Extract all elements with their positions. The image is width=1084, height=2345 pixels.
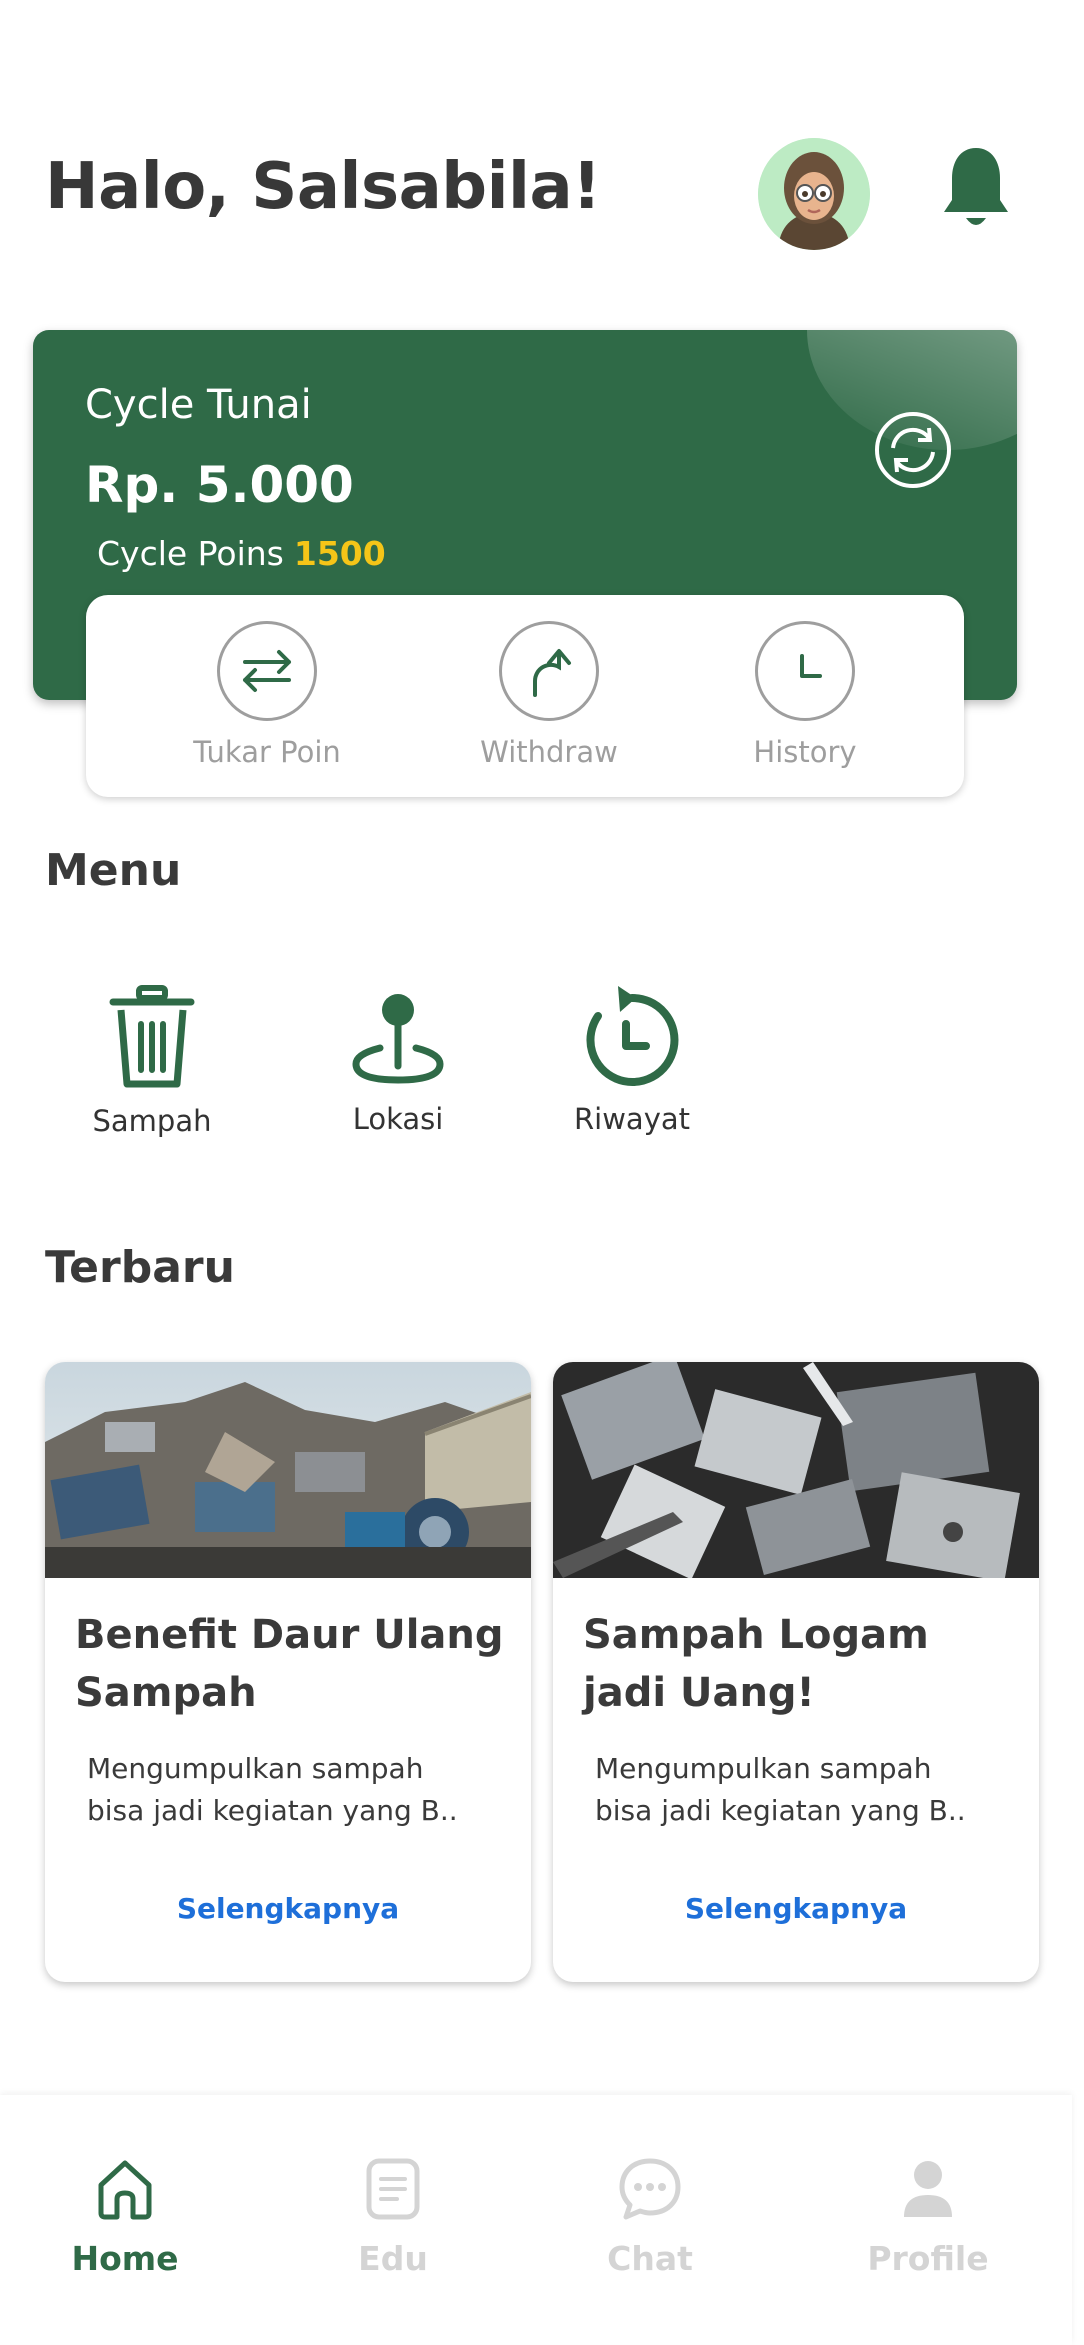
balance-amount: Rp. 5.000 [85,456,354,514]
news-card[interactable]: Sampah Logam jadi Uang! Mengumpulkan sam… [553,1362,1039,1982]
news-title: Benefit Daur Ulang Sampah [75,1612,504,1716]
greeting-title: Halo, Salsabila! [45,150,601,224]
menu-item-riwayat[interactable]: Riwayat [547,984,717,1136]
history-icon [586,986,679,1086]
bottom-navigation: Home Edu Chat Profile [0,2095,1072,2345]
action-label: Tukar Poin [193,735,341,769]
news-title: Sampah Logam jadi Uang! [583,1612,929,1716]
news-description: Mengumpulkan sampah bisa jadi kegiatan y… [87,1752,458,1827]
news-card[interactable]: Benefit Daur Ulang Sampah Mengumpulkan s… [45,1362,531,1982]
withdraw-arrow-icon [499,621,599,721]
points-value: 1500 [293,534,386,573]
clock-icon [755,621,855,721]
news-image-metal-scrap [553,1362,1039,1578]
menu-item-sampah[interactable]: Sampah [67,984,237,1138]
action-label: Withdraw [480,735,618,769]
nav-label: Chat [607,2239,693,2278]
menu-section-title: Menu [45,845,182,896]
nav-profile[interactable]: Profile [828,2157,1028,2278]
points-label: Cycle Poins [97,534,284,573]
action-history[interactable]: History [720,621,890,769]
news-image-scrapyard [45,1362,531,1578]
nav-edu[interactable]: Edu [293,2157,493,2278]
nav-label: Home [71,2239,179,2278]
person-icon [904,2161,952,2217]
menu-label: Lokasi [352,1102,444,1136]
avatar-illustration [758,138,870,250]
nav-label: Profile [867,2239,989,2278]
latest-section-title: Terbaru [45,1242,235,1293]
action-withdraw[interactable]: Withdraw [464,621,634,769]
chat-bubble-icon [619,2158,681,2220]
notification-bell-icon[interactable] [940,142,1012,232]
menu-label: Riwayat [574,1102,690,1136]
nav-home[interactable]: Home [25,2157,225,2278]
action-label: History [753,735,857,769]
nav-chat[interactable]: Chat [550,2157,750,2278]
swap-arrows-icon [217,621,317,721]
news-description: Mengumpulkan sampah bisa jadi kegiatan y… [595,1752,966,1827]
home-icon [98,2160,152,2220]
refresh-icon[interactable] [873,410,953,490]
read-more-link[interactable]: Selengkapnya [45,1892,531,1925]
location-pin-icon [352,994,444,1084]
action-tukar-poin[interactable]: Tukar Poin [182,621,352,769]
menu-label: Sampah [92,1104,212,1138]
document-icon [366,2158,420,2220]
trash-icon [109,985,195,1088]
points-row: Cycle Poins 1500 [97,534,386,573]
menu-item-lokasi[interactable]: Lokasi [313,988,483,1136]
nav-label: Edu [358,2239,428,2278]
avatar[interactable] [758,138,870,250]
quick-actions-panel: Tukar Poin Withdraw History [86,595,964,797]
balance-title: Cycle Tunai [85,382,312,428]
read-more-link[interactable]: Selengkapnya [553,1892,1039,1925]
